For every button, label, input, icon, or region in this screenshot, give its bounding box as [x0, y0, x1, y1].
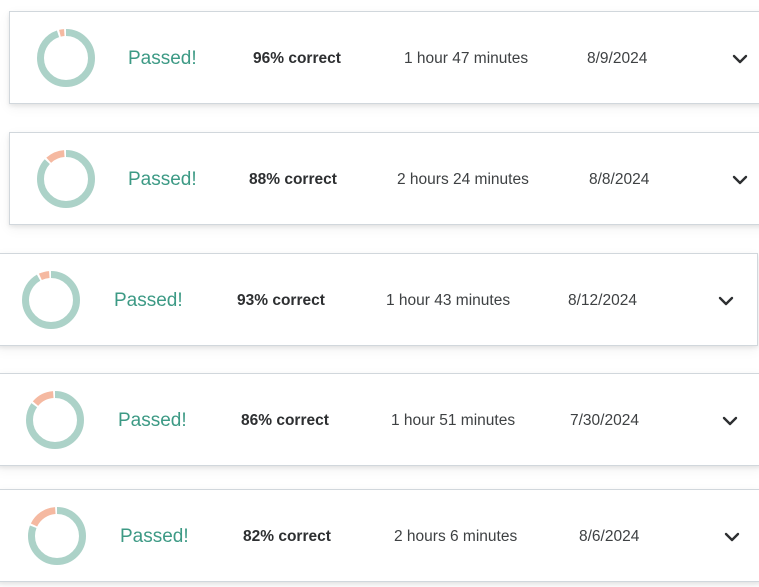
score-label: 86% correct — [241, 412, 329, 429]
duration-label: 1 hour 47 minutes — [404, 50, 529, 67]
chevron-down-icon[interactable] — [721, 412, 739, 430]
score-ring-svg — [28, 507, 86, 565]
attempt-row[interactable]: Passed! 86% correct 1 hour 51 minutes 7/… — [0, 373, 759, 466]
duration-label: 2 hours 24 minutes — [397, 171, 529, 188]
chevron-down-icon[interactable] — [731, 50, 749, 68]
status-label: Passed! — [118, 410, 187, 431]
attempt-row[interactable]: Passed! 88% correct 2 hours 24 minutes 8… — [9, 132, 759, 225]
date-label: 8/12/2024 — [568, 292, 637, 309]
duration-label: 2 hours 6 minutes — [394, 528, 518, 545]
status-label: Passed! — [128, 48, 197, 69]
chevron-down-icon[interactable] — [723, 528, 741, 546]
ring-correct-arc — [22, 271, 80, 329]
score-label: 93% correct — [237, 292, 325, 309]
score-ring — [24, 389, 86, 451]
score-ring-svg — [26, 391, 84, 449]
attempt-row[interactable]: Passed! 96% correct 1 hour 47 minutes 8/… — [9, 11, 759, 104]
score-ring — [35, 27, 97, 89]
chevron-down-icon[interactable] — [731, 171, 749, 189]
score-label: 88% correct — [249, 171, 337, 188]
duration-label: 1 hour 43 minutes — [386, 292, 511, 309]
score-ring-svg — [22, 271, 80, 329]
status-label: Passed! — [120, 526, 189, 547]
attempt-row[interactable]: Passed! 93% correct 1 hour 43 minutes 8/… — [0, 253, 758, 346]
score-ring-svg — [37, 150, 95, 208]
score-ring — [20, 269, 82, 331]
date-label: 8/6/2024 — [579, 528, 640, 545]
ring-correct-arc — [37, 150, 95, 208]
date-label: 8/8/2024 — [589, 171, 650, 188]
score-label: 82% correct — [243, 528, 331, 545]
date-label: 7/30/2024 — [570, 412, 639, 429]
ring-correct-arc — [37, 29, 95, 87]
chevron-down-icon[interactable] — [717, 292, 735, 310]
score-label: 96% correct — [253, 50, 341, 67]
status-label: Passed! — [128, 169, 197, 190]
status-label: Passed! — [114, 290, 183, 311]
score-ring-svg — [37, 29, 95, 87]
date-label: 8/9/2024 — [587, 50, 648, 67]
duration-label: 1 hour 51 minutes — [391, 412, 516, 429]
score-ring — [35, 148, 97, 210]
attempt-row[interactable]: Passed! 82% correct 2 hours 6 minutes 8/… — [0, 489, 759, 582]
score-ring — [26, 505, 88, 567]
